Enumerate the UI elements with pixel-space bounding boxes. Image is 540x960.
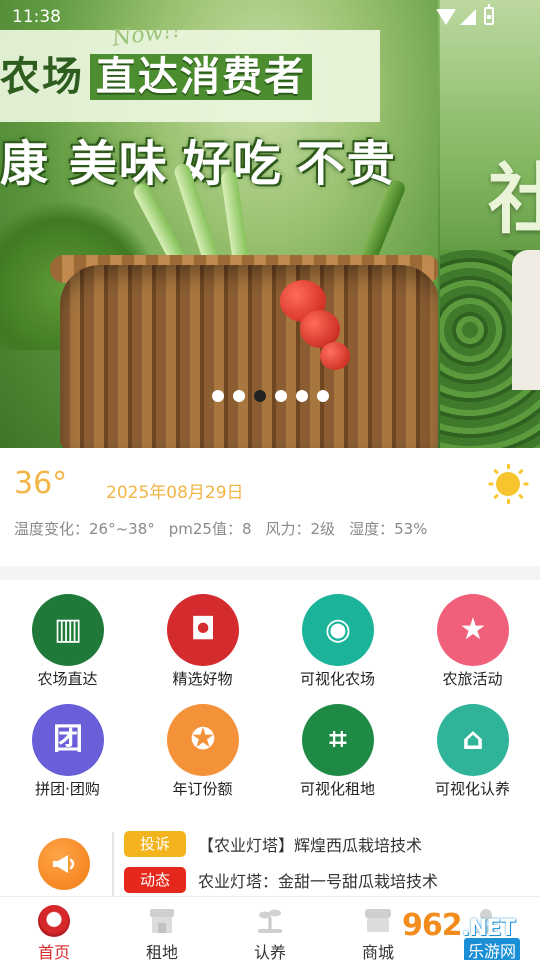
feature-item[interactable]: ✪ 年订份额: [135, 690, 270, 800]
group-buy-icon: 团: [32, 704, 104, 776]
person-figure: [512, 250, 540, 390]
signal-icon: [460, 9, 476, 25]
store-icon: [365, 909, 391, 932]
headline-secondary-c: 不贵: [296, 136, 397, 192]
feature-glyph: ◘: [190, 612, 216, 647]
tab-label: 租地: [145, 943, 178, 960]
feature-label: 精选好物: [172, 670, 233, 688]
weather-date: 2025年08月29日: [106, 483, 244, 503]
megaphone-icon: [38, 838, 90, 890]
feature-label: 农场直达: [37, 670, 98, 688]
news-ticker[interactable]: 投诉 【农业灯塔】辉煌西瓜栽培技术 动态 农业灯塔：金甜一号甜瓜栽培技术: [0, 820, 540, 896]
shopping-bag-icon: ◘: [167, 594, 239, 666]
tab-label: 认养: [253, 943, 286, 960]
carousel-dot[interactable]: [211, 390, 224, 402]
feature-glyph: ✪: [190, 722, 216, 757]
star-icon: ★: [437, 594, 509, 666]
medal-icon: ✪: [167, 704, 239, 776]
feature-grid: ▥ 农场直达 ◘ 精选好物 ◉ 可视化农场 ★ 农旅活动团拼团·团购 ✪ 年订份额 ⌗ 可视化租地 ⌂ 可…: [0, 580, 540, 808]
feature-item[interactable]: ⌂ 可视化认养: [405, 690, 540, 800]
banner-slide[interactable]: Now!! 农场 直达消费者 康 美味 好吃 不贵: [0, 0, 438, 448]
wifi-icon: [436, 9, 456, 25]
feature-glyph: ⌂: [462, 722, 484, 757]
feature-label: 农旅活动: [442, 670, 503, 688]
carousel-dot-active[interactable]: [253, 390, 266, 402]
adopt-house-icon: ⌂: [437, 704, 509, 776]
headline-accent: 直达消费者: [90, 54, 312, 100]
tag-complaint: 投诉: [124, 831, 186, 857]
home-badge-icon: [38, 905, 70, 937]
tab-adopt[interactable]: 认养: [216, 897, 324, 960]
tab-label: 首页: [37, 943, 70, 960]
news-headline: 【农业灯塔】辉煌西瓜栽培技术: [198, 836, 423, 855]
news-item[interactable]: 动态 农业灯塔：金甜一号甜瓜栽培技术: [124, 867, 438, 893]
feature-glyph: ◉: [324, 612, 352, 647]
tab-rent-land[interactable]: 租地: [108, 897, 216, 960]
feature-item[interactable]: ◘ 精选好物: [135, 580, 270, 690]
feature-label: 拼团·团购: [35, 780, 100, 798]
section-divider: [0, 566, 540, 580]
battery-icon: [484, 4, 494, 25]
banner-carousel[interactable]: Now!! 农场 直达消费者 康 美味 好吃 不贵 社: [0, 0, 540, 448]
temp-change: 温度变化：26°~38°: [14, 520, 155, 538]
watermark-sub: 乐游网: [464, 938, 521, 960]
banner-slide-next[interactable]: 社: [440, 0, 540, 448]
watermark-logo: 962.NET 乐游网: [402, 906, 538, 960]
weather-panel: 36° 2025年08月29日 温度变化：26°~38° pm25值：8 风力：…: [0, 448, 540, 566]
feature-item[interactable]: ⌗ 可视化租地: [270, 690, 405, 800]
humidity-value: 湿度：53%: [349, 520, 428, 538]
temperature: 36°: [14, 466, 68, 501]
feature-glyph: ▥: [53, 612, 83, 647]
pm25-value: pm25值：8: [168, 520, 252, 538]
feature-item[interactable]: 团拼团·团购: [0, 690, 135, 800]
carousel-dot[interactable]: [295, 390, 308, 402]
tag-dynamic: 动态: [124, 867, 186, 893]
vegetable-basket: [60, 265, 438, 448]
camera-icon: ◉: [302, 594, 374, 666]
next-slide-char: 社: [488, 155, 540, 244]
feature-label: 可视化租地: [299, 780, 375, 798]
feature-item[interactable]: ▥ 农场直达: [0, 580, 135, 690]
carousel-dot[interactable]: [274, 390, 287, 402]
wind-level: 风力：2级: [265, 520, 336, 538]
rent-land-icon: [150, 909, 174, 933]
feature-label: 可视化认养: [434, 780, 510, 798]
adopt-icon: [258, 909, 282, 933]
status-icons: [436, 4, 506, 27]
status-time: 11:38: [12, 7, 61, 27]
headline-secondary: 康 美味 好吃 不贵: [0, 124, 397, 194]
tab-home[interactable]: 首页: [0, 897, 108, 960]
news-divider: [112, 832, 114, 896]
status-bar: 11:38: [0, 0, 540, 34]
feature-glyph: ★: [459, 612, 487, 647]
news-item[interactable]: 投诉 【农业灯塔】辉煌西瓜栽培技术: [124, 831, 422, 857]
feature-glyph: 团: [53, 722, 83, 757]
feature-label: 可视化农场: [299, 670, 375, 688]
feature-item[interactable]: ★ 农旅活动: [405, 580, 540, 690]
carousel-dot[interactable]: [232, 390, 245, 402]
feature-item[interactable]: ◉ 可视化农场: [270, 580, 405, 690]
news-headline: 农业灯塔：金甜一号甜瓜栽培技术: [198, 872, 439, 891]
farm-direct-icon: ▥: [32, 594, 104, 666]
megaphone-glyph: [53, 855, 75, 873]
headline-prefix: 农场: [0, 54, 84, 100]
land-plot-icon: ⌗: [302, 704, 374, 776]
headline-primary: 农场 直达消费者: [0, 44, 312, 102]
tomato: [320, 342, 350, 370]
carousel-dot[interactable]: [316, 390, 329, 402]
feature-label: 年订份额: [172, 780, 233, 798]
watermark-number: 962: [402, 908, 463, 943]
carousel-indicator: [0, 390, 540, 402]
sun-icon: [488, 464, 528, 504]
feature-glyph: ⌗: [329, 722, 347, 757]
weather-stats: 温度变化：26°~38° pm25值：8 风力：2级 湿度：53%: [14, 518, 427, 539]
